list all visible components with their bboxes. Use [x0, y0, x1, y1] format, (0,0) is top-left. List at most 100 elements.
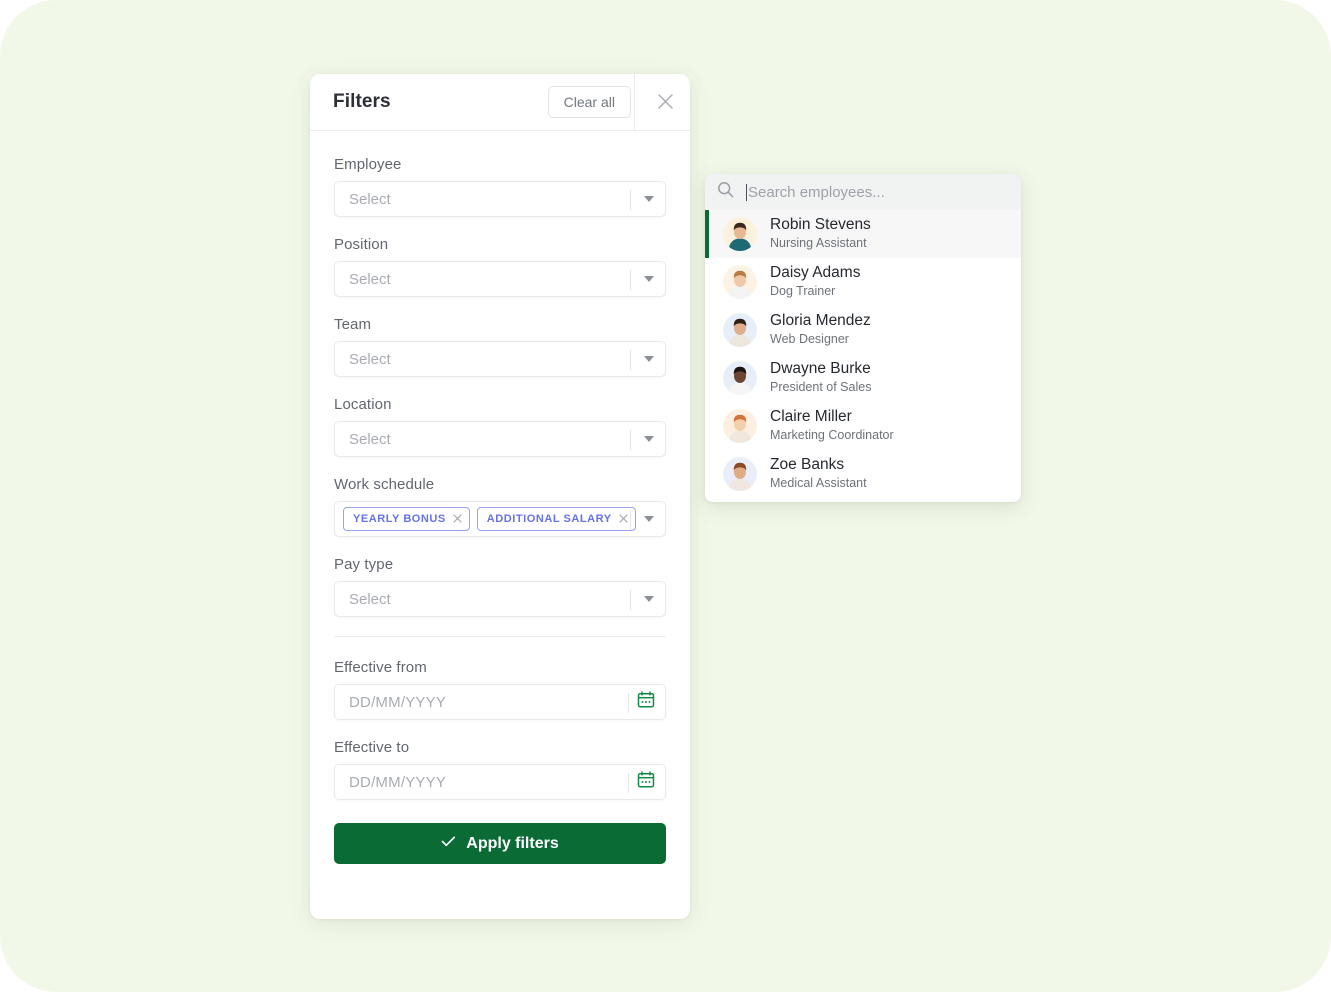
apply-filters-label: Apply filters: [466, 834, 559, 852]
effective-to-placeholder: DD/MM/YYYY: [349, 773, 447, 791]
effective-from-placeholder: DD/MM/YYYY: [349, 693, 447, 711]
location-select[interactable]: Select: [334, 421, 666, 457]
field-label-effective-to: Effective to: [334, 739, 410, 756]
field-label-team: Team: [334, 316, 372, 333]
employee-info: Dwayne Burke President of Sales: [770, 360, 871, 396]
search-input[interactable]: Search employees...: [705, 174, 1021, 210]
field-label-position: Position: [334, 236, 389, 253]
team-select-placeholder: Select: [349, 350, 391, 368]
chevron-down-icon: [644, 276, 654, 282]
select-separator: [630, 430, 631, 450]
effective-from-input[interactable]: DD/MM/YYYY: [334, 684, 666, 720]
employee-role: Web Designer: [770, 332, 849, 347]
employee-info: Zoe Banks Medical Assistant: [770, 456, 867, 492]
select-separator: [630, 270, 631, 290]
chevron-down-icon: [644, 196, 654, 202]
field-label-location: Location: [334, 396, 392, 413]
employee-list-item[interactable]: Robin Stevens Nursing Assistant: [705, 210, 1021, 258]
location-select-placeholder: Select: [349, 430, 391, 448]
employee-list-item[interactable]: Claire Miller Marketing Coordinator: [705, 402, 1021, 450]
select-separator: [630, 590, 631, 610]
filters-panel: Filters Clear all Employee Select Positi…: [310, 74, 690, 919]
search-icon: [717, 181, 734, 203]
close-button[interactable]: [648, 86, 682, 120]
field-label-employee: Employee: [334, 156, 402, 173]
select-separator: [630, 190, 631, 210]
position-select-placeholder: Select: [349, 270, 391, 288]
header-divider: [634, 74, 635, 131]
employee-name: Zoe Banks: [770, 455, 845, 473]
field-effective-from: Effective from DD/MM/YYYY: [334, 659, 666, 720]
employee-list-item[interactable]: Daisy Adams Dog Trainer: [705, 258, 1021, 306]
work-schedule-multiselect[interactable]: YEARLY BONUS ADDITIONAL SALARY: [334, 501, 666, 537]
close-icon[interactable]: [453, 510, 462, 528]
field-label-pay-type: Pay type: [334, 556, 394, 573]
employee-role: Dog Trainer: [770, 284, 836, 299]
employee-role: President of Sales: [770, 380, 872, 395]
employee-list-item[interactable]: Dwayne Burke President of Sales: [705, 354, 1021, 402]
field-location: Location Select: [334, 396, 666, 457]
close-icon[interactable]: [619, 510, 628, 528]
check-icon: [441, 835, 456, 853]
employee-info: Daisy Adams Dog Trainer: [770, 264, 860, 300]
field-label-effective-from: Effective from: [334, 659, 427, 676]
employee-role: Nursing Assistant: [770, 236, 867, 251]
employee-dropdown-panel: Search employees... Robin Stevens Nursing…: [705, 174, 1021, 502]
chevron-down-icon: [644, 356, 654, 362]
avatar: [723, 313, 757, 347]
avatar: [723, 217, 757, 251]
avatar: [723, 361, 757, 395]
select-separator: [630, 350, 631, 370]
employee-info: Robin Stevens Nursing Assistant: [770, 216, 871, 252]
employee-select-placeholder: Select: [349, 190, 391, 208]
tag-additional-salary[interactable]: ADDITIONAL SALARY: [476, 507, 636, 531]
select-separator: [628, 693, 629, 713]
employee-info: Gloria Mendez Web Designer: [770, 312, 871, 348]
field-pay-type: Pay type Select: [334, 556, 666, 617]
field-label-work-schedule: Work schedule: [334, 476, 435, 493]
field-effective-to: Effective to DD/MM/YYYY: [334, 739, 666, 800]
team-select[interactable]: Select: [334, 341, 666, 377]
pay-type-select[interactable]: Select: [334, 581, 666, 617]
employee-name: Daisy Adams: [770, 263, 861, 281]
app-canvas: Filters Clear all Employee Select Positi…: [0, 0, 1331, 992]
clear-all-button[interactable]: Clear all: [547, 86, 631, 118]
tag-label: ADDITIONAL SALARY: [486, 513, 612, 525]
field-work-schedule: Work schedule YEARLY BONUS ADDITIONAL SA…: [334, 476, 666, 537]
page-title: Filters: [333, 91, 391, 112]
chevron-down-icon: [644, 516, 654, 522]
chevron-down-icon: [644, 596, 654, 602]
apply-filters-button[interactable]: Apply filters: [334, 823, 666, 864]
employee-role: Marketing Coordinator: [770, 428, 894, 443]
avatar: [723, 409, 757, 443]
select-separator: [628, 773, 629, 793]
employee-name: Gloria Mendez: [770, 311, 871, 329]
chevron-down-icon: [644, 436, 654, 442]
calendar-icon[interactable]: [637, 771, 655, 794]
position-select[interactable]: Select: [334, 261, 666, 297]
avatar: [723, 265, 757, 299]
search-placeholder: Search employees...: [748, 183, 885, 201]
field-employee: Employee Select: [334, 156, 666, 217]
employee-role: Medical Assistant: [770, 476, 867, 491]
filters-panel-header: Filters Clear all: [310, 74, 690, 131]
employee-list-item[interactable]: Gloria Mendez Web Designer: [705, 306, 1021, 354]
select-separator: [630, 510, 631, 530]
field-position: Position Select: [334, 236, 666, 297]
effective-to-input[interactable]: DD/MM/YYYY: [334, 764, 666, 800]
tag-label: YEARLY BONUS: [353, 513, 446, 525]
employee-name: Robin Stevens: [770, 215, 871, 233]
field-team: Team Select: [334, 316, 666, 377]
close-icon: [657, 93, 674, 113]
text-cursor: [746, 183, 747, 201]
calendar-icon[interactable]: [637, 691, 655, 714]
pay-type-select-placeholder: Select: [349, 590, 391, 608]
employee-list-item[interactable]: Zoe Banks Medical Assistant: [705, 450, 1021, 498]
employee-name: Dwayne Burke: [770, 359, 871, 377]
employee-name: Claire Miller: [770, 407, 852, 425]
filters-form: Employee Select Position Select Team Sel…: [310, 131, 690, 864]
employee-select[interactable]: Select: [334, 181, 666, 217]
tag-yearly-bonus[interactable]: YEARLY BONUS: [343, 507, 470, 531]
employee-info: Claire Miller Marketing Coordinator: [770, 408, 894, 444]
avatar: [723, 457, 757, 491]
